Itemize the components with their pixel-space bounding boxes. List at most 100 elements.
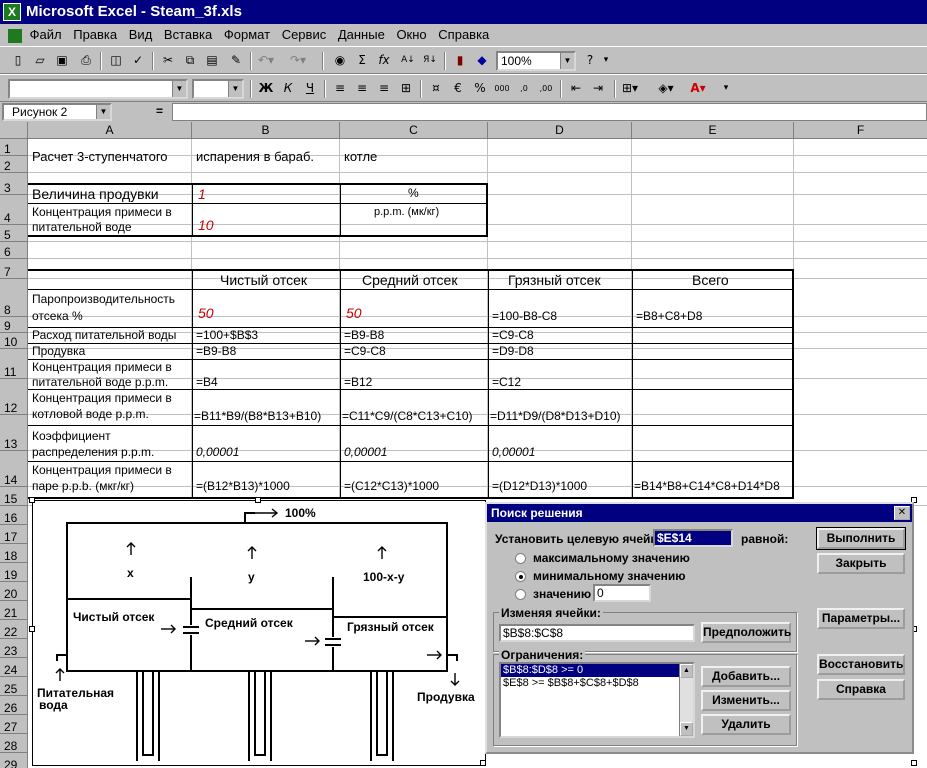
toolbar-more-icon[interactable]: ▾ (720, 79, 732, 98)
menu-help[interactable]: Справка (438, 27, 489, 42)
delete-constraint-button[interactable]: Удалить (701, 714, 791, 735)
help-icon[interactable]: ? (580, 51, 600, 70)
column-header[interactable]: F (794, 122, 927, 139)
cell-d9[interactable]: =C9-C8 (490, 328, 534, 342)
align-left-icon[interactable]: ≡ (330, 79, 350, 98)
cell-c14[interactable]: =(C12*C13)*1000 (342, 479, 439, 493)
cell-a11-line1[interactable]: Концентрация примеси в (30, 360, 172, 374)
cut-icon[interactable]: ✂ (158, 51, 178, 70)
comma-style-icon[interactable]: 000 (492, 79, 512, 98)
cell-b10[interactable]: =B9-B8 (194, 344, 236, 358)
cell-e8[interactable]: =B8+C8+D8 (634, 309, 702, 323)
guess-button[interactable]: Предположить (701, 622, 791, 643)
cell-c13[interactable]: 0,00001 (342, 445, 387, 459)
cell-d7[interactable]: Грязный отсек (506, 273, 601, 287)
cell-a4-line2[interactable]: питательной воде (30, 220, 132, 234)
align-center-icon[interactable]: ≡ (352, 79, 372, 98)
cell-d14[interactable]: =(D12*D13)*1000 (490, 479, 587, 493)
cell-a9[interactable]: Расход питательной воды (30, 328, 176, 342)
menu-tools[interactable]: Сервис (282, 27, 327, 42)
scroll-down-icon[interactable]: ▼ (680, 722, 693, 736)
cell-b9[interactable]: =100+$B$3 (194, 328, 258, 342)
cell-b4[interactable]: 10 (196, 218, 214, 232)
cell-b8[interactable]: 50 (196, 306, 214, 320)
menu-data[interactable]: Данные (338, 27, 385, 42)
chevron-down-icon[interactable]: ▼ (560, 53, 574, 69)
align-right-icon[interactable]: ≡ (374, 79, 394, 98)
euro-icon[interactable]: € (448, 79, 468, 98)
min-radio[interactable] (515, 571, 526, 582)
list-item[interactable]: $B$8:$D$8 >= 0 (501, 664, 679, 677)
cell-a3[interactable]: Величина продувки (30, 187, 159, 201)
bold-icon[interactable]: Ж (256, 79, 276, 98)
help-button[interactable]: Справка (817, 679, 905, 700)
decrease-indent-icon[interactable]: ⇤ (566, 79, 586, 98)
cell-a11-line2[interactable]: питательной воде p.p.m. (30, 375, 168, 389)
changing-cells-input[interactable]: $B$8:$C$8 (499, 624, 695, 642)
hyperlink-icon[interactable]: ◉ (330, 51, 350, 70)
row-header[interactable]: 14 (0, 451, 28, 487)
cell-d13[interactable]: 0,00001 (490, 445, 535, 459)
menu-edit[interactable]: Правка (73, 27, 117, 42)
formula-input[interactable] (172, 103, 927, 121)
excel-icon[interactable]: X (3, 3, 21, 21)
cell-a14-line2[interactable]: паре p.p.b. (мкг/кг) (30, 479, 134, 493)
cell-b12[interactable]: =B11*B9/(B8*B13+B10) (192, 409, 321, 423)
cell-e14[interactable]: =B14*B8+C14*C8+D14*D8 (632, 479, 780, 493)
increase-indent-icon[interactable]: ⇥ (588, 79, 608, 98)
column-header[interactable]: B (192, 122, 340, 139)
merge-center-icon[interactable]: ⊞ (396, 79, 416, 98)
cell-c12[interactable]: =C11*C9/(C8*C13+C10) (340, 409, 473, 423)
target-cell-input[interactable]: $E$14 (653, 529, 733, 547)
constraints-scrollbar[interactable]: ▲ ▼ (679, 664, 693, 736)
row-header[interactable]: 3 (0, 173, 28, 195)
redo-icon[interactable]: ↷▾ (288, 51, 308, 70)
copy-icon[interactable]: ⧉ (180, 51, 200, 70)
cell-d8[interactable]: =100-B8-C8 (490, 309, 557, 323)
cell-a12-line1[interactable]: Концентрация примеси в (30, 391, 172, 405)
print-preview-icon[interactable]: ◫ (106, 51, 126, 70)
italic-icon[interactable]: К (278, 79, 298, 98)
cell-b14[interactable]: =(B12*B13)*1000 (194, 479, 290, 493)
value-input[interactable]: 0 (593, 584, 651, 602)
row-header[interactable]: 2 (0, 156, 28, 173)
row-header[interactable]: 1 (0, 139, 28, 156)
row-header[interactable]: 24 (0, 658, 28, 677)
spelling-icon[interactable]: ✓ (128, 51, 148, 70)
row-header[interactable]: 16 (0, 506, 28, 525)
row-header[interactable]: 18 (0, 544, 28, 563)
cell-a8-line1[interactable]: Паропроизводительность (30, 292, 175, 306)
row-header[interactable]: 23 (0, 639, 28, 658)
scroll-up-icon[interactable]: ▲ (680, 664, 693, 678)
row-header[interactable]: 13 (0, 415, 28, 451)
fill-color-icon[interactable]: ◈▾ (656, 79, 676, 98)
open-icon[interactable]: ▱ (30, 51, 50, 70)
workbook-icon[interactable] (8, 28, 22, 43)
reset-button[interactable]: Восстановить (817, 654, 905, 675)
underline-icon[interactable]: Ч (300, 79, 320, 98)
menu-file[interactable]: Файл (30, 27, 62, 42)
print-icon[interactable]: ⎙ (76, 51, 96, 70)
cell-d11[interactable]: =C12 (490, 375, 521, 389)
cell-b11[interactable]: =B4 (194, 375, 218, 389)
column-header[interactable]: E (632, 122, 794, 139)
cell-b3[interactable]: 1 (196, 187, 206, 201)
cell-c10[interactable]: =C9-C8 (342, 344, 386, 358)
cell-d12[interactable]: =D11*D9/(D8*D13+D10) (488, 409, 621, 423)
value-radio[interactable] (515, 589, 526, 600)
font-color-icon[interactable]: A▾ (688, 79, 708, 98)
cell-b13[interactable]: 0,00001 (194, 445, 239, 459)
menu-window[interactable]: Окно (396, 27, 426, 42)
row-header[interactable]: 6 (0, 242, 28, 259)
row-header[interactable]: 8 (0, 279, 28, 317)
row-header[interactable]: 9 (0, 317, 28, 333)
resize-handle[interactable] (29, 626, 35, 632)
menu-insert[interactable]: Вставка (164, 27, 212, 42)
menu-view[interactable]: Вид (129, 27, 153, 42)
resize-handle[interactable] (29, 497, 35, 503)
cell-c9[interactable]: =B9-B8 (342, 328, 384, 342)
save-icon[interactable]: ▣ (52, 51, 72, 70)
percent-icon[interactable]: % (470, 79, 490, 98)
toolbar-more-icon[interactable]: ▾ (600, 51, 612, 70)
row-header[interactable]: 15 (0, 487, 28, 506)
